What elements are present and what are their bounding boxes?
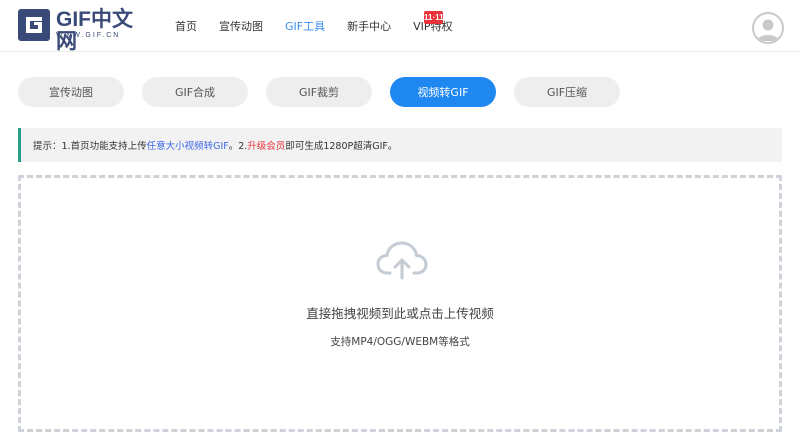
notice-text-1: 提示：1.首页功能支持上传: [33, 141, 147, 152]
upload-instruction: 直接拖拽视频到此或点击上传视频: [306, 306, 494, 321]
nav-item-gif-tools[interactable]: GIF工具: [285, 18, 325, 34]
user-avatar-icon[interactable]: [752, 12, 784, 44]
video-upload-dropzone[interactable]: 直接拖拽视频到此或点击上传视频 支持MP4/OGG/WEBM等格式: [18, 175, 782, 432]
notice-text-2: 。2.: [228, 141, 248, 152]
upgrade-member-link[interactable]: 升级会员: [247, 138, 285, 152]
logo-subtext: WWW.GIF.CN: [56, 32, 121, 39]
tab-gif-compress[interactable]: GIF压缩: [514, 77, 620, 107]
header: GIF中文网 WWW.GIF.CN 首页 宣传动图 GIF工具 新手中心 VIP…: [0, 0, 800, 53]
gif-logo-icon: [18, 9, 50, 41]
cloud-upload-icon: [376, 241, 428, 280]
logo-text: GIF中文网: [56, 8, 133, 53]
sale-badge: 11·11: [424, 11, 444, 24]
site-logo[interactable]: GIF中文网 WWW.GIF.CN: [18, 9, 144, 53]
notice-highlight-any-size: 任意大小视频转GIF: [146, 141, 229, 152]
tab-gif-compose[interactable]: GIF合成: [142, 77, 248, 107]
person-icon: [757, 19, 779, 41]
tab-video-to-gif[interactable]: 视频转GIF: [390, 77, 496, 107]
nav-item-promo-gifs[interactable]: 宣传动图: [219, 18, 263, 34]
tool-tabs: 宣传动图 GIF合成 GIF裁剪 视频转GIF GIF压缩: [18, 77, 638, 107]
main-nav: 首页 宣传动图 GIF工具 新手中心 VIP特权: [175, 0, 475, 52]
supported-formats: 支持MP4/OGG/WEBM等格式: [330, 336, 470, 348]
tab-promo-gif[interactable]: 宣传动图: [18, 77, 124, 107]
nav-item-home[interactable]: 首页: [175, 18, 197, 34]
notice-text-3: 即可生成1280P超清GIF。: [285, 141, 398, 152]
tab-gif-crop[interactable]: GIF裁剪: [266, 77, 372, 107]
nav-item-beginner-center[interactable]: 新手中心: [347, 18, 391, 34]
notice-bar: 提示：1.首页功能支持上传 任意大小视频转GIF 。2. 升级会员 即可生成1280P超…: [18, 128, 782, 162]
